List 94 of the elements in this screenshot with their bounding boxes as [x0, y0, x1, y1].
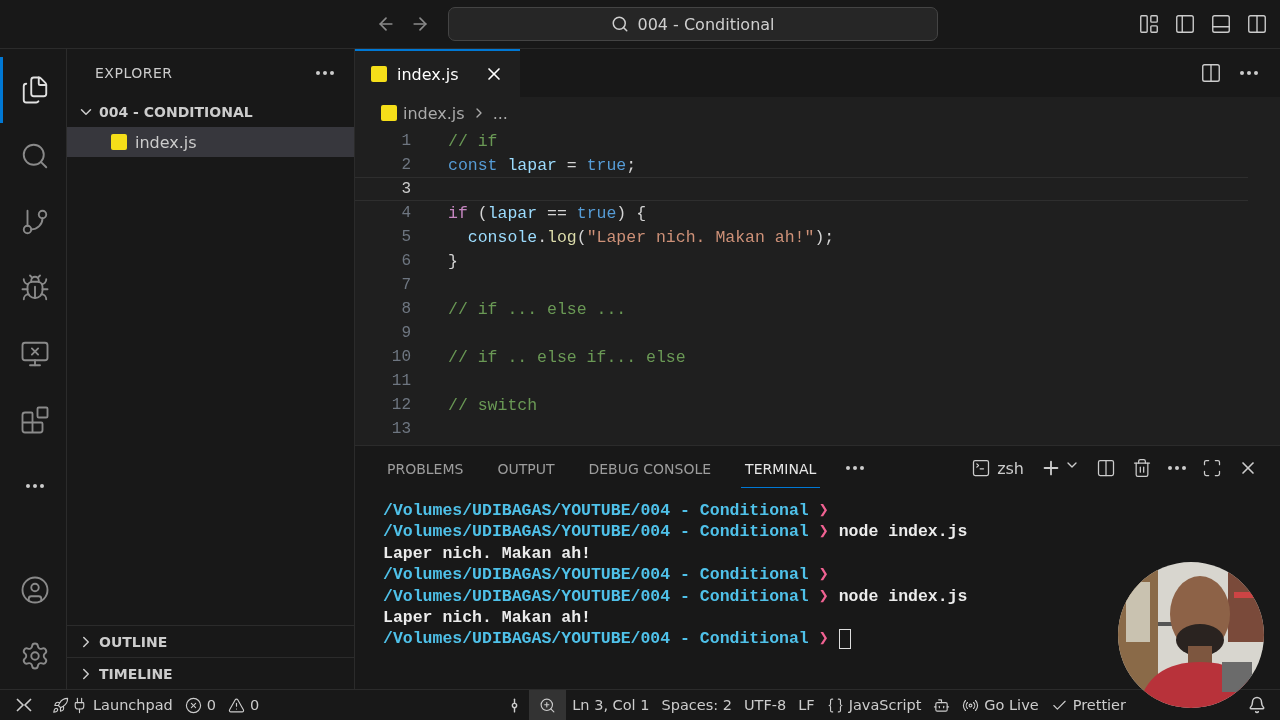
status-item[interactable]: JavaScript [820, 690, 928, 720]
prompt-path: /Volumes/UDIBAGAS/YOUTUBE/004 - Conditional [383, 585, 809, 608]
warning-icon [228, 696, 246, 714]
section-title: OUTLINE [99, 633, 168, 650]
zoom-button[interactable] [529, 690, 567, 720]
more-icon[interactable] [316, 71, 334, 75]
code-text: // switch [448, 395, 538, 415]
status-item[interactable]: 0 [178, 690, 223, 720]
line-number: 4 [400, 204, 411, 222]
shell-name[interactable]: zsh [997, 458, 1024, 478]
command-center[interactable]: 004 - Conditional [448, 7, 938, 41]
status-item[interactable]: Spaces: 2 [655, 690, 738, 720]
sidebar-title: EXPLORER [95, 65, 173, 81]
layout-icon[interactable] [1138, 13, 1160, 35]
bug-icon [19, 273, 50, 303]
maximize-icon[interactable] [1202, 458, 1222, 478]
editor-tab[interactable]: index.js [355, 49, 520, 97]
status-item[interactable]: UTF-8 [737, 690, 793, 720]
split-layout-icon[interactable] [1246, 13, 1268, 35]
code-text: // if ... else ... [448, 299, 627, 319]
prompt-arrow: ❯ [818, 585, 829, 608]
folder-name: 004 - CONDITIONAL [99, 104, 253, 120]
js-file-icon [371, 66, 387, 82]
folder-row[interactable]: 004 - CONDITIONAL [67, 97, 354, 127]
code-text: // if .. else if... else [448, 347, 686, 367]
monitor-icon [19, 339, 50, 369]
rocket-icon [52, 696, 69, 714]
panel-tab[interactable]: PROBLEMS [383, 448, 468, 488]
code-text: const lapar = true; [448, 155, 637, 175]
section-header[interactable]: OUTLINE [67, 625, 354, 657]
panel-tab[interactable]: OUTPUT [493, 448, 559, 488]
prompt-arrow: ❯ [818, 500, 829, 522]
output-text: Laper nich. Makan ah! [383, 542, 591, 565]
trash-icon[interactable] [1132, 458, 1152, 478]
code-text: if (lapar == true) { [448, 203, 647, 223]
status-item[interactable]: Ln 3, Col 1 [566, 690, 656, 720]
zoom-icon [539, 696, 557, 714]
prompt-arrow: ❯ [818, 521, 829, 543]
line-number: 8 [400, 300, 411, 318]
status-item[interactable]: Launchpad [46, 690, 179, 720]
line-number: 2 [400, 156, 411, 174]
status-item[interactable]: Go Live [956, 690, 1045, 720]
line-number: 12 [390, 396, 411, 414]
status-item[interactable]: LF [792, 690, 821, 720]
command-text: node index.js [838, 521, 968, 543]
line-number: 9 [400, 324, 411, 342]
js-file-icon [381, 105, 397, 121]
braces-icon [826, 696, 844, 714]
split-editor-icon[interactable] [1200, 62, 1222, 84]
prompt-path: /Volumes/UDIBAGAS/YOUTUBE/004 - Conditional [383, 500, 809, 522]
prompt-arrow: ❯ [818, 564, 829, 586]
line-number: 6 [400, 252, 411, 270]
tab-label: index.js [397, 64, 459, 84]
status-item[interactable]: Prettier [1044, 690, 1132, 720]
command-text: node index.js [838, 585, 968, 608]
account-icon [19, 575, 50, 605]
line-number: 11 [390, 372, 411, 390]
terminal-icon [971, 458, 992, 478]
search-icon [611, 15, 630, 33]
breadcrumb-item[interactable]: ... [492, 103, 508, 123]
breadcrumb-item[interactable]: index.js [403, 103, 465, 123]
file-item[interactable]: index.js [67, 127, 354, 157]
prompt-path: /Volumes/UDIBAGAS/YOUTUBE/004 - Conditional [383, 628, 809, 650]
panel-tab[interactable]: TERMINAL [741, 448, 821, 488]
status-item[interactable]: 0 [222, 690, 266, 720]
line-number: 13 [390, 420, 411, 438]
line-number: 10 [390, 348, 411, 366]
prompt-arrow: ❯ [818, 628, 829, 650]
line-number: 7 [400, 276, 411, 294]
remote-icon[interactable] [16, 698, 32, 712]
line-number: 3 [400, 180, 411, 198]
file-name: index.js [135, 132, 197, 152]
more-icon[interactable] [25, 484, 44, 488]
more-icon[interactable] [846, 466, 865, 470]
prompt-path: /Volumes/UDIBAGAS/YOUTUBE/004 - Conditional [383, 521, 809, 543]
line-number: 1 [400, 132, 411, 150]
panel-tab[interactable]: DEBUG CONSOLE [584, 448, 716, 488]
code-text: } [448, 251, 458, 271]
output-text: Laper nich. Makan ah! [383, 607, 591, 629]
code-text: console.log("Laper nich. Makan ah!"); [466, 227, 835, 247]
code-text: // if [448, 131, 498, 151]
section-title: TIMELINE [99, 665, 173, 682]
more-icon[interactable] [1168, 466, 1186, 470]
split-icon[interactable] [1096, 458, 1116, 478]
sidebar-toggle-icon[interactable] [1174, 13, 1196, 35]
bell-icon[interactable] [1248, 696, 1266, 714]
more-icon[interactable] [1240, 71, 1258, 75]
js-file-icon [111, 134, 127, 150]
extensions-icon [19, 405, 50, 435]
error-icon [184, 696, 202, 714]
prompt-path: /Volumes/UDIBAGAS/YOUTUBE/004 - Conditional [383, 564, 809, 586]
line-number: 5 [400, 228, 411, 246]
copilot-icon [933, 696, 951, 714]
panel-toggle-icon[interactable] [1210, 13, 1232, 35]
